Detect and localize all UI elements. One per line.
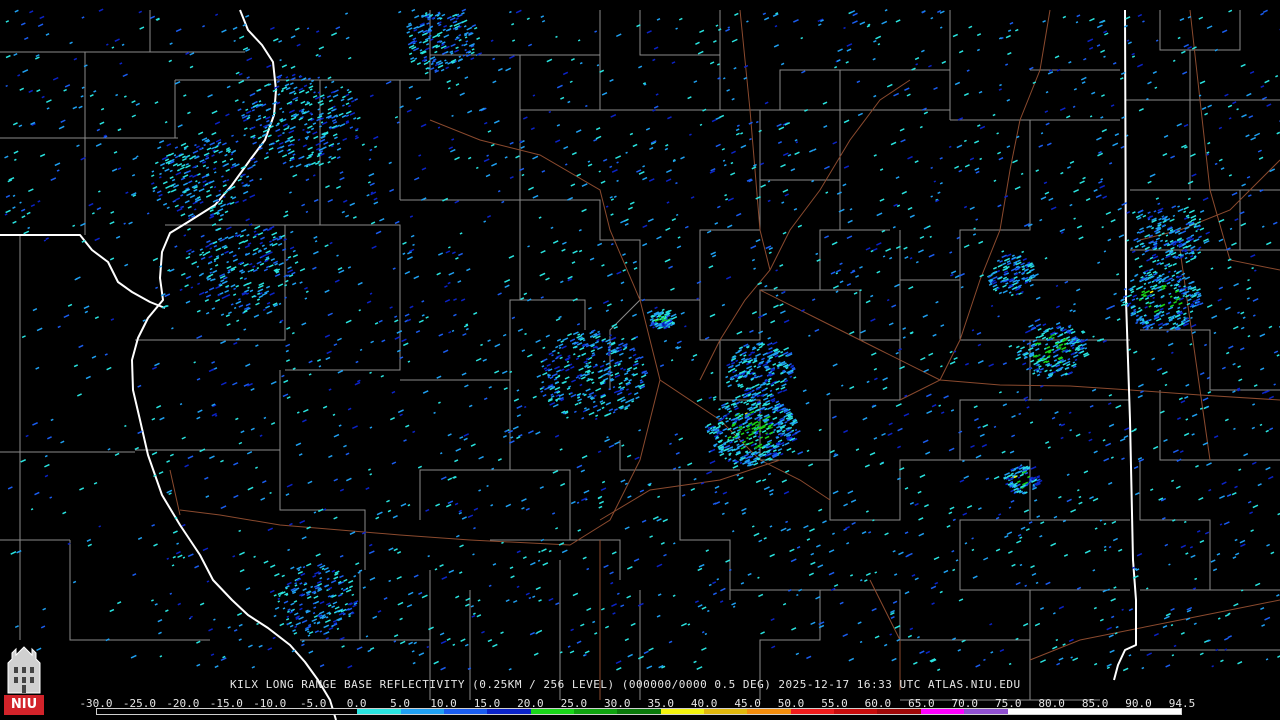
- colorbar-swatch: [1137, 709, 1181, 714]
- colorbar-swatch: [617, 709, 661, 714]
- colorbar-swatch: [1050, 709, 1095, 714]
- highways: [169, 9, 1280, 700]
- colorbar-swatch: [270, 709, 314, 714]
- colorbar-swatch: [877, 709, 921, 714]
- colorbar-swatch: [747, 709, 791, 714]
- colorbar-swatch: [227, 709, 271, 714]
- colorbar-swatch: [313, 709, 358, 714]
- colorbar-swatch: [530, 709, 574, 714]
- colorbar-swatch: [140, 709, 184, 714]
- colorbar-swatch: [920, 709, 965, 714]
- colorbar-swatch: [790, 709, 835, 714]
- colorbar-swatch: [1094, 709, 1138, 714]
- colorbar-swatch: [1007, 709, 1051, 714]
- logo-text: NIU: [10, 697, 38, 712]
- colorbar-swatch: [487, 709, 531, 714]
- radar-map: [0, 8, 1280, 720]
- colorbar-swatch: [357, 709, 401, 714]
- colorbar-swatch: [704, 709, 748, 714]
- colorbar-swatch: [834, 709, 878, 714]
- reflectivity-colorbar: [96, 708, 1182, 715]
- colorbar-swatch: [183, 709, 228, 714]
- colorbar-swatch: [660, 709, 705, 714]
- product-caption: KILX LONG RANGE BASE REFLECTIVITY (0.25K…: [230, 678, 1021, 691]
- colorbar-swatch: [443, 709, 488, 714]
- colorbar-swatch: [573, 709, 618, 714]
- colorbar-swatch: [97, 709, 141, 714]
- colorbar-swatch: [400, 709, 444, 714]
- colorbar-swatch: [964, 709, 1008, 714]
